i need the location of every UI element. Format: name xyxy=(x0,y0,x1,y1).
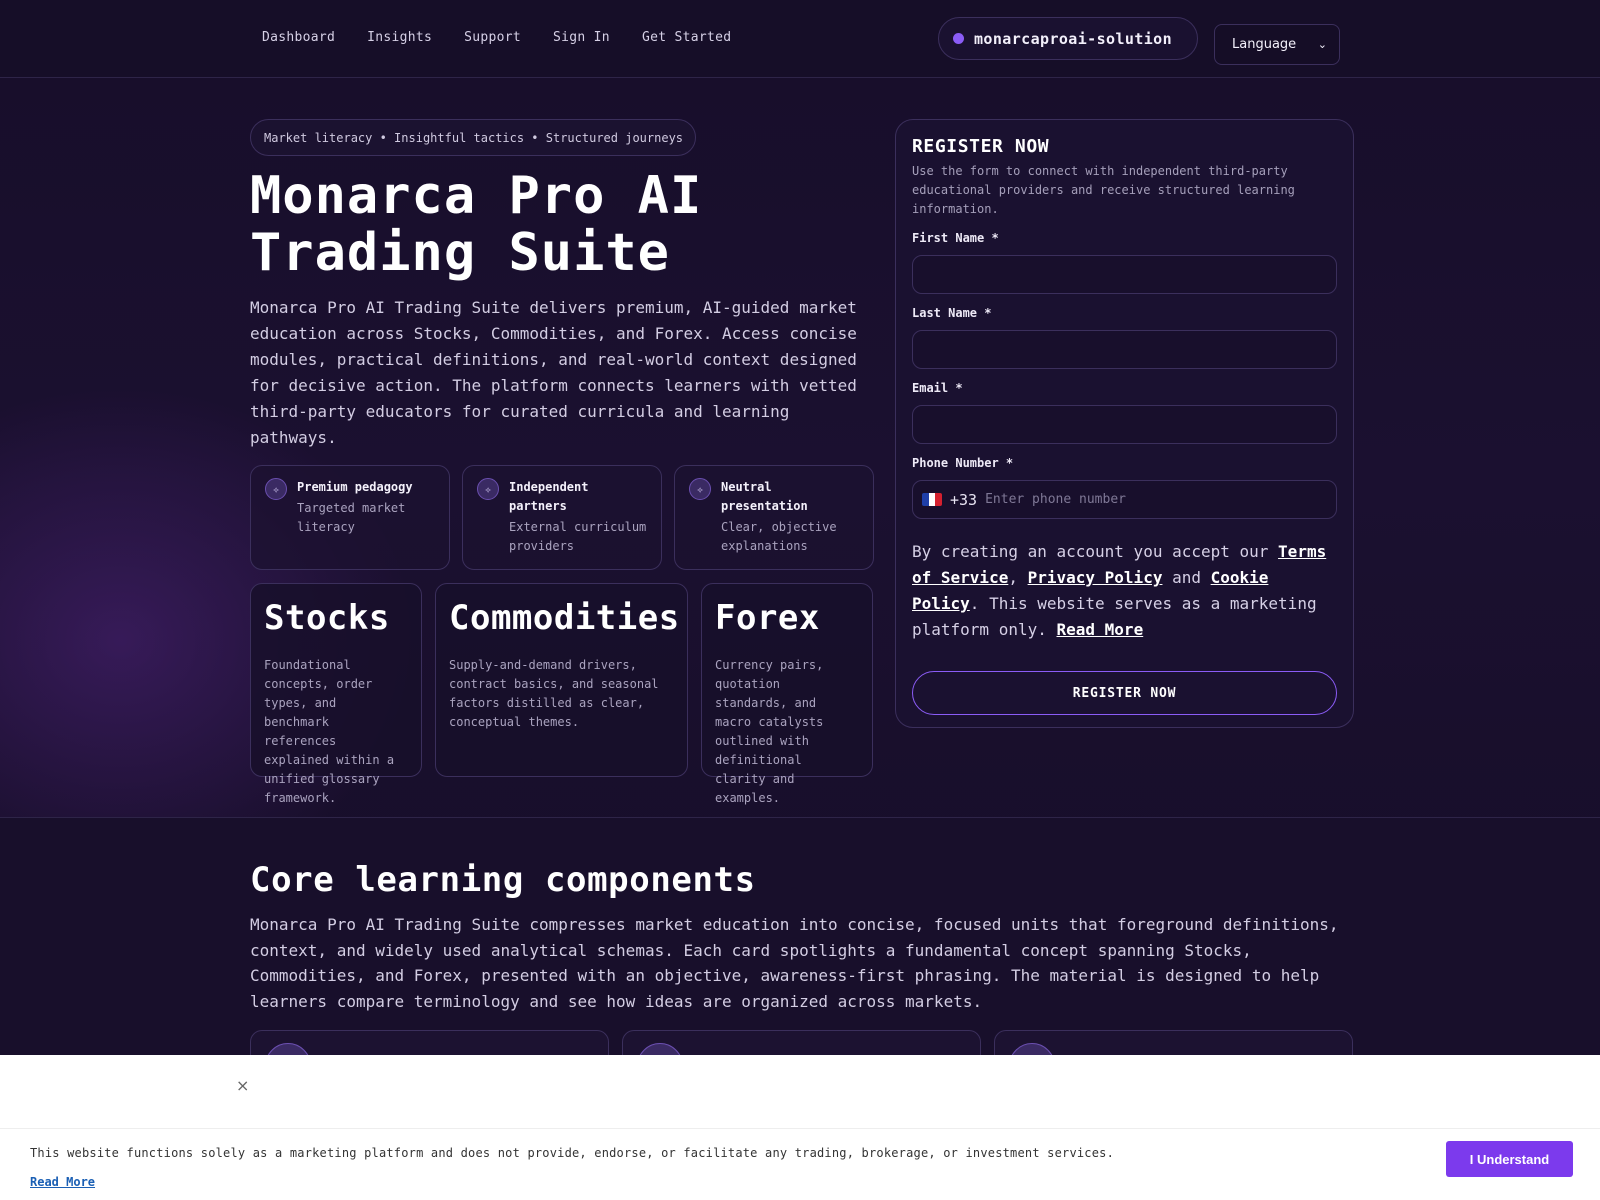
banner-read-more-link[interactable]: Read More xyxy=(30,1175,95,1189)
feature-title: Premium pedagogy xyxy=(297,480,413,494)
last-name-input[interactable] xyxy=(912,330,1337,369)
feature-subtitle: Clear, objective explanations xyxy=(721,520,837,553)
market-card-stocks: Stocks Foundational concepts, order type… xyxy=(250,583,422,805)
market-card-commodities: Commodities Supply-and-demand drivers, c… xyxy=(435,583,688,777)
feature-title: Independent partners xyxy=(509,480,589,513)
hero-title-line-2: Trading Suite xyxy=(250,223,670,283)
core-description: Monarca Pro AI Trading Suite compresses … xyxy=(250,915,1339,1011)
nav-sign-in[interactable]: Sign In xyxy=(553,30,610,45)
market-title: Commodities xyxy=(449,598,680,638)
register-button[interactable]: REGISTER NOW xyxy=(912,671,1337,715)
email-input[interactable] xyxy=(912,405,1337,444)
email-label: Email * xyxy=(912,381,963,395)
market-card-forex: Forex Currency pairs, quotation standard… xyxy=(701,583,873,805)
first-name-input[interactable] xyxy=(912,255,1337,294)
chevron-down-icon: ⌄ xyxy=(1317,38,1327,51)
banner-divider xyxy=(0,1128,1600,1129)
page: Dashboard Insights Support Sign In Get S… xyxy=(0,0,1600,1200)
phone-placeholder: Enter phone number xyxy=(985,492,1126,507)
market-text: Foundational concepts, order types, and … xyxy=(264,658,395,805)
read-more-link[interactable]: Read More xyxy=(1057,620,1144,639)
first-name-label: First Name * xyxy=(912,231,999,245)
register-form: REGISTER NOW Use the form to connect wit… xyxy=(895,119,1354,728)
market-text: Currency pairs, quotation standards, and… xyxy=(715,658,824,805)
feature-card: ✧ Independent partners External curricul… xyxy=(462,465,662,570)
feature-cards: ✧ Premium pedagogy Targeted market liter… xyxy=(250,465,874,570)
cookie-banner: × This website functions solely as a mar… xyxy=(0,1055,1600,1200)
sparkle-icon: ✧ xyxy=(477,478,499,500)
core-section: Core learning components Monarca Pro AI … xyxy=(0,817,1600,1090)
feature-subtitle: Targeted market literacy xyxy=(297,501,406,534)
site-header: Dashboard Insights Support Sign In Get S… xyxy=(0,0,1600,78)
brand-name: monarcaproai-solution xyxy=(974,29,1173,48)
brand-badge[interactable]: monarcaproai-solution xyxy=(938,17,1198,60)
nav-insights[interactable]: Insights xyxy=(367,30,432,45)
hero-description: Monarca Pro AI Trading Suite delivers pr… xyxy=(250,298,857,447)
sparkle-icon: ✧ xyxy=(689,478,711,500)
language-label: Language xyxy=(1232,37,1297,52)
phone-input[interactable]: +33 Enter phone number xyxy=(912,480,1337,519)
nav-dashboard[interactable]: Dashboard xyxy=(262,30,335,45)
hero-tagline-pill: Market literacy • Insightful tactics • S… xyxy=(250,119,696,156)
nav-get-started[interactable]: Get Started xyxy=(642,30,731,45)
market-text: Supply-and-demand drivers, contract basi… xyxy=(449,658,659,729)
banner-message: This website functions solely as a marke… xyxy=(30,1146,1114,1160)
terms-text: By creating an account you accept our Te… xyxy=(912,539,1337,643)
register-title: REGISTER NOW xyxy=(912,136,1050,157)
market-title: Forex xyxy=(715,598,820,638)
understand-button[interactable]: I Understand xyxy=(1446,1141,1573,1177)
hero-title: Monarca Pro AI Trading Suite xyxy=(250,168,870,282)
phone-label: Phone Number * xyxy=(912,456,1014,470)
main-nav: Dashboard Insights Support Sign In Get S… xyxy=(262,30,731,45)
sparkle-icon: ✧ xyxy=(265,478,287,500)
close-icon[interactable]: × xyxy=(236,1076,249,1095)
hero-title-line-1: Monarca Pro AI xyxy=(250,166,703,226)
france-flag-icon[interactable] xyxy=(922,493,942,506)
last-name-label: Last Name * xyxy=(912,306,992,320)
feature-card: ✧ Premium pedagogy Targeted market liter… xyxy=(250,465,450,570)
market-cards: Stocks Foundational concepts, order type… xyxy=(250,583,873,805)
feature-title: Neutral presentation xyxy=(721,480,808,513)
terms-prefix: By creating an account you accept our xyxy=(912,542,1279,561)
terms-comma: , xyxy=(1008,568,1028,587)
register-subtitle: Use the form to connect with independent… xyxy=(912,164,1295,216)
language-select[interactable]: Language ⌄ xyxy=(1214,24,1340,65)
feature-subtitle: External curriculum providers xyxy=(509,520,647,553)
market-title: Stocks xyxy=(264,598,390,638)
terms-and: and xyxy=(1162,568,1211,587)
feature-card: ✧ Neutral presentation Clear, objective … xyxy=(674,465,874,570)
phone-country-code: +33 xyxy=(950,490,978,509)
privacy-policy-link[interactable]: Privacy Policy xyxy=(1028,568,1163,587)
nav-support[interactable]: Support xyxy=(464,30,521,45)
brand-dot-icon xyxy=(953,33,964,44)
core-title: Core learning components xyxy=(250,860,756,900)
